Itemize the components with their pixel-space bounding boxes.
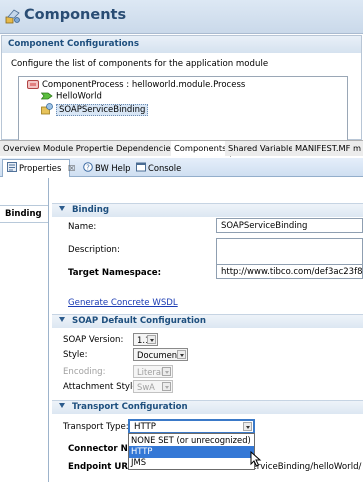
name-label: Name: [68,222,97,232]
soap-version-label: SOAP Version: [63,335,124,345]
editor-header: Components [0,0,363,34]
tab-label: Console [148,163,182,173]
chevron-down-icon [147,335,156,344]
attachment-style-select: SwA [133,380,173,393]
mouse-cursor-icon [250,451,262,467]
encoding-select: Literal [133,365,173,378]
chevron-down-icon [243,422,252,431]
description-field[interactable] [216,238,363,266]
soap-version-select[interactable]: 1.1 [133,333,158,346]
components-icon [5,9,20,24]
soap-section-header[interactable]: SOAP Default Configuration [52,314,363,328]
component-icon [27,80,39,89]
attachment-style-label: Attachment Style: [63,382,141,392]
section-description: Configure the list of components for the… [11,59,269,69]
tab-dependencies[interactable]: Dependencies [113,141,180,156]
transport-section-header[interactable]: Transport Configuration [52,400,363,414]
tab-label: BW Help [95,163,131,173]
tree-item-label: HelloWorld [56,91,102,102]
target-namespace-field[interactable]: http://www.tibco.com/def3ac23f80b4 [216,264,363,279]
collapse-icon [59,206,65,211]
svg-text:?: ? [86,164,90,172]
process-icon [41,92,53,100]
generate-wsdl-link[interactable]: Generate Concrete WSDL [68,298,178,308]
view-tabs: Properties ☒ ? BW Help Console [0,158,363,177]
collapse-icon [59,317,65,322]
select-value: Literal [137,367,164,377]
tree-item-component-process[interactable]: ComponentProcess : helloworld.module.Pro… [27,79,245,90]
option-jms[interactable]: JMS [129,457,254,469]
tab-bw-help[interactable]: ? BW Help [79,160,134,176]
tree-item-helloworld[interactable]: HelloWorld [41,91,102,102]
select-value: SwA [137,382,155,392]
chevron-down-icon [162,367,171,376]
tab-components[interactable]: Components [171,141,231,157]
tab-label: Properties [19,163,62,173]
description-label: Description: [68,245,120,255]
transport-type-select[interactable]: HTTP [128,419,255,434]
section-heading: Component Configurations [2,36,361,53]
binding-section-header[interactable]: Binding [52,203,363,217]
endpoint-uri-label: Endpoint URI: [68,462,135,472]
section-title: SOAP Default Configuration [72,316,206,326]
tab-module-properties[interactable]: Module Properties [40,141,122,156]
chevron-down-icon [177,350,186,359]
tab-properties[interactable]: Properties ☒ [2,159,76,177]
properties-sidebar: Binding [0,178,49,482]
select-value: Document [137,350,181,360]
transport-type-options: NONE SET (or unrecognized) HTTP JMS [128,433,255,470]
style-select[interactable]: Document [133,348,188,361]
page-title: Components [24,7,127,23]
name-field[interactable]: SOAPServiceBinding [216,218,363,233]
target-namespace-label: Target Namespace: [68,268,162,278]
encoding-label: Encoding: [63,367,106,377]
tab-more[interactable]: m [350,141,363,156]
console-icon [136,162,146,172]
select-value: HTTP [134,422,156,432]
section-title: Binding [72,205,109,215]
tab-manifest[interactable]: MANIFEST.MF [292,141,355,156]
style-label: Style: [63,350,88,360]
tree-item-soap-service-binding[interactable]: SOAPServiceBinding [41,103,149,116]
editor-tabs: Overview Module Properties Dependencies … [0,140,363,157]
chevron-down-icon [162,382,171,391]
tab-shared-variables[interactable]: Shared Variables [225,141,302,156]
tab-console[interactable]: Console [132,160,185,176]
component-configurations-section: Component Configurations Configure the l… [1,35,362,154]
soap-icon [41,103,53,115]
side-tab-binding[interactable]: Binding [0,205,48,223]
transport-type-label: Transport Type: [63,422,129,432]
tree-item-label: ComponentProcess : helloworld.module.Pro… [42,80,246,90]
properties-icon [7,162,17,172]
close-icon[interactable]: ☒ [68,163,76,173]
tree-item-label: SOAPServiceBinding [56,103,149,116]
help-icon: ? [83,162,93,172]
section-title: Transport Configuration [72,402,188,412]
collapse-icon [59,403,65,408]
